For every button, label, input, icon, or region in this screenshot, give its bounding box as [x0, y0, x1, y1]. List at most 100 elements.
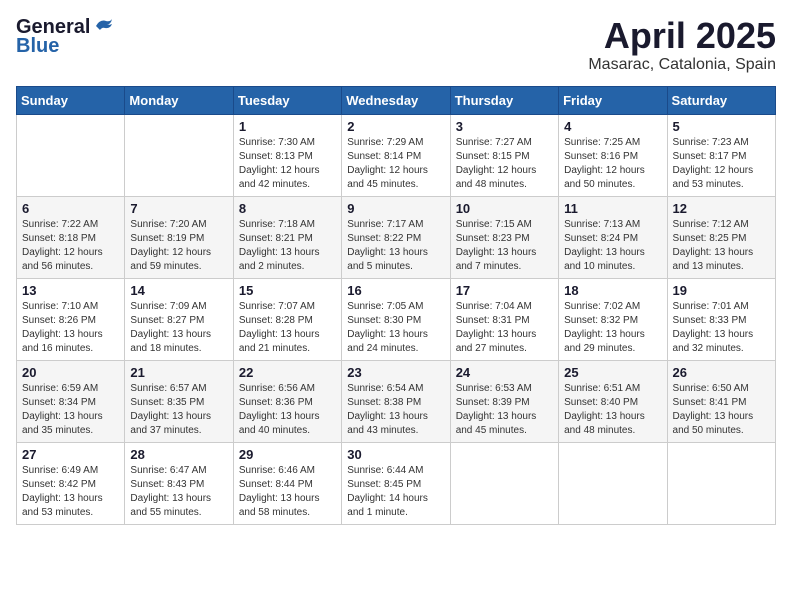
calendar-cell: 9 Sunrise: 7:17 AMSunset: 8:22 PMDaylight… [342, 196, 450, 278]
day-info: Sunrise: 6:59 AMSunset: 8:34 PMDaylight:… [22, 382, 119, 438]
day-info: Sunrise: 7:09 AMSunset: 8:27 PMDaylight:… [130, 300, 227, 356]
day-info: Sunrise: 7:07 AMSunset: 8:28 PMDaylight:… [239, 300, 336, 356]
day-number: 22 [239, 365, 336, 380]
calendar-title: April 2025 [588, 16, 776, 56]
calendar-cell [559, 442, 667, 524]
weekday-header-saturday: Saturday [667, 86, 775, 114]
calendar-cell: 3 Sunrise: 7:27 AMSunset: 8:15 PMDaylight… [450, 114, 558, 196]
calendar-week-3: 13 Sunrise: 7:10 AMSunset: 8:26 PMDayligh… [17, 278, 776, 360]
day-info: Sunrise: 7:12 AMSunset: 8:25 PMDaylight:… [673, 218, 770, 274]
day-info: Sunrise: 7:20 AMSunset: 8:19 PMDaylight:… [130, 218, 227, 274]
day-info: Sunrise: 7:13 AMSunset: 8:24 PMDaylight:… [564, 218, 661, 274]
calendar-cell: 23 Sunrise: 6:54 AMSunset: 8:38 PMDayligh… [342, 360, 450, 442]
day-number: 13 [22, 283, 119, 298]
calendar-cell: 26 Sunrise: 6:50 AMSunset: 8:41 PMDayligh… [667, 360, 775, 442]
calendar-cell: 25 Sunrise: 6:51 AMSunset: 8:40 PMDayligh… [559, 360, 667, 442]
day-number: 6 [22, 201, 119, 216]
day-info: Sunrise: 7:25 AMSunset: 8:16 PMDaylight:… [564, 136, 661, 192]
day-info: Sunrise: 6:51 AMSunset: 8:40 PMDaylight:… [564, 382, 661, 438]
day-number: 3 [456, 119, 553, 134]
day-number: 12 [673, 201, 770, 216]
calendar-cell: 14 Sunrise: 7:09 AMSunset: 8:27 PMDayligh… [125, 278, 233, 360]
day-number: 28 [130, 447, 227, 462]
day-info: Sunrise: 7:23 AMSunset: 8:17 PMDaylight:… [673, 136, 770, 192]
calendar-cell [125, 114, 233, 196]
day-number: 19 [673, 283, 770, 298]
calendar-cell [17, 114, 125, 196]
day-info: Sunrise: 7:27 AMSunset: 8:15 PMDaylight:… [456, 136, 553, 192]
day-number: 14 [130, 283, 227, 298]
day-info: Sunrise: 6:44 AMSunset: 8:45 PMDaylight:… [347, 464, 444, 520]
day-info: Sunrise: 6:56 AMSunset: 8:36 PMDaylight:… [239, 382, 336, 438]
day-info: Sunrise: 6:54 AMSunset: 8:38 PMDaylight:… [347, 382, 444, 438]
weekday-header-sunday: Sunday [17, 86, 125, 114]
calendar-cell: 7 Sunrise: 7:20 AMSunset: 8:19 PMDaylight… [125, 196, 233, 278]
calendar-cell: 8 Sunrise: 7:18 AMSunset: 8:21 PMDaylight… [233, 196, 341, 278]
calendar-week-4: 20 Sunrise: 6:59 AMSunset: 8:34 PMDayligh… [17, 360, 776, 442]
day-number: 24 [456, 365, 553, 380]
day-info: Sunrise: 7:15 AMSunset: 8:23 PMDaylight:… [456, 218, 553, 274]
day-info: Sunrise: 6:53 AMSunset: 8:39 PMDaylight:… [456, 382, 553, 438]
day-number: 23 [347, 365, 444, 380]
logo: General Blue [16, 16, 114, 58]
calendar-cell: 21 Sunrise: 6:57 AMSunset: 8:35 PMDayligh… [125, 360, 233, 442]
day-info: Sunrise: 7:17 AMSunset: 8:22 PMDaylight:… [347, 218, 444, 274]
day-info: Sunrise: 7:01 AMSunset: 8:33 PMDaylight:… [673, 300, 770, 356]
day-info: Sunrise: 7:29 AMSunset: 8:14 PMDaylight:… [347, 136, 444, 192]
day-info: Sunrise: 7:05 AMSunset: 8:30 PMDaylight:… [347, 300, 444, 356]
day-info: Sunrise: 6:57 AMSunset: 8:35 PMDaylight:… [130, 382, 227, 438]
calendar-week-2: 6 Sunrise: 7:22 AMSunset: 8:18 PMDaylight… [17, 196, 776, 278]
day-number: 29 [239, 447, 336, 462]
day-number: 25 [564, 365, 661, 380]
day-number: 11 [564, 201, 661, 216]
weekday-header-row: SundayMondayTuesdayWednesdayThursdayFrid… [17, 86, 776, 114]
calendar-cell: 1Sunrise: 7:30 AMSunset: 8:13 PMDaylight… [233, 114, 341, 196]
day-number: 9 [347, 201, 444, 216]
day-info: Sunrise: 6:47 AMSunset: 8:43 PMDaylight:… [130, 464, 227, 520]
day-number: 7 [130, 201, 227, 216]
day-info: Sunrise: 7:30 AMSunset: 8:13 PMDaylight:… [239, 136, 336, 192]
calendar-cell: 28 Sunrise: 6:47 AMSunset: 8:43 PMDayligh… [125, 442, 233, 524]
weekday-header-friday: Friday [559, 86, 667, 114]
day-number: 8 [239, 201, 336, 216]
weekday-header-thursday: Thursday [450, 86, 558, 114]
day-number: 4 [564, 119, 661, 134]
day-info: Sunrise: 7:04 AMSunset: 8:31 PMDaylight:… [456, 300, 553, 356]
weekday-header-monday: Monday [125, 86, 233, 114]
calendar-cell: 13 Sunrise: 7:10 AMSunset: 8:26 PMDayligh… [17, 278, 125, 360]
day-number: 21 [130, 365, 227, 380]
day-number: 18 [564, 283, 661, 298]
calendar-cell: 17 Sunrise: 7:04 AMSunset: 8:31 PMDayligh… [450, 278, 558, 360]
calendar-cell: 30 Sunrise: 6:44 AMSunset: 8:45 PMDayligh… [342, 442, 450, 524]
day-info: Sunrise: 6:50 AMSunset: 8:41 PMDaylight:… [673, 382, 770, 438]
day-number: 17 [456, 283, 553, 298]
day-number: 20 [22, 365, 119, 380]
day-number: 27 [22, 447, 119, 462]
calendar-cell: 27 Sunrise: 6:49 AMSunset: 8:42 PMDayligh… [17, 442, 125, 524]
calendar-location: Masarac, Catalonia, Spain [588, 56, 776, 74]
logo-blue-text: Blue [16, 35, 59, 58]
title-block: April 2025 Masarac, Catalonia, Spain [588, 16, 776, 74]
day-info: Sunrise: 6:46 AMSunset: 8:44 PMDaylight:… [239, 464, 336, 520]
calendar-cell: 16Sunrise: 7:05 AMSunset: 8:30 PMDayligh… [342, 278, 450, 360]
calendar-cell: 29 Sunrise: 6:46 AMSunset: 8:44 PMDayligh… [233, 442, 341, 524]
calendar-cell [667, 442, 775, 524]
day-info: Sunrise: 7:02 AMSunset: 8:32 PMDaylight:… [564, 300, 661, 356]
day-number: 30 [347, 447, 444, 462]
day-info: Sunrise: 6:49 AMSunset: 8:42 PMDaylight:… [22, 464, 119, 520]
day-number: 5 [673, 119, 770, 134]
day-info: Sunrise: 7:10 AMSunset: 8:26 PMDaylight:… [22, 300, 119, 356]
day-number: 26 [673, 365, 770, 380]
day-number: 2 [347, 119, 444, 134]
calendar-week-1: 1Sunrise: 7:30 AMSunset: 8:13 PMDaylight… [17, 114, 776, 196]
page-header: General Blue April 2025 Masarac, Catalon… [16, 16, 776, 74]
day-number: 10 [456, 201, 553, 216]
calendar-cell: 15 Sunrise: 7:07 AMSunset: 8:28 PMDayligh… [233, 278, 341, 360]
calendar-cell [450, 442, 558, 524]
calendar-cell: 5 Sunrise: 7:23 AMSunset: 8:17 PMDaylight… [667, 114, 775, 196]
day-info: Sunrise: 7:22 AMSunset: 8:18 PMDaylight:… [22, 218, 119, 274]
calendar-cell: 19 Sunrise: 7:01 AMSunset: 8:33 PMDayligh… [667, 278, 775, 360]
calendar-cell: 10 Sunrise: 7:15 AMSunset: 8:23 PMDayligh… [450, 196, 558, 278]
day-number: 15 [239, 283, 336, 298]
day-info: Sunrise: 7:18 AMSunset: 8:21 PMDaylight:… [239, 218, 336, 274]
